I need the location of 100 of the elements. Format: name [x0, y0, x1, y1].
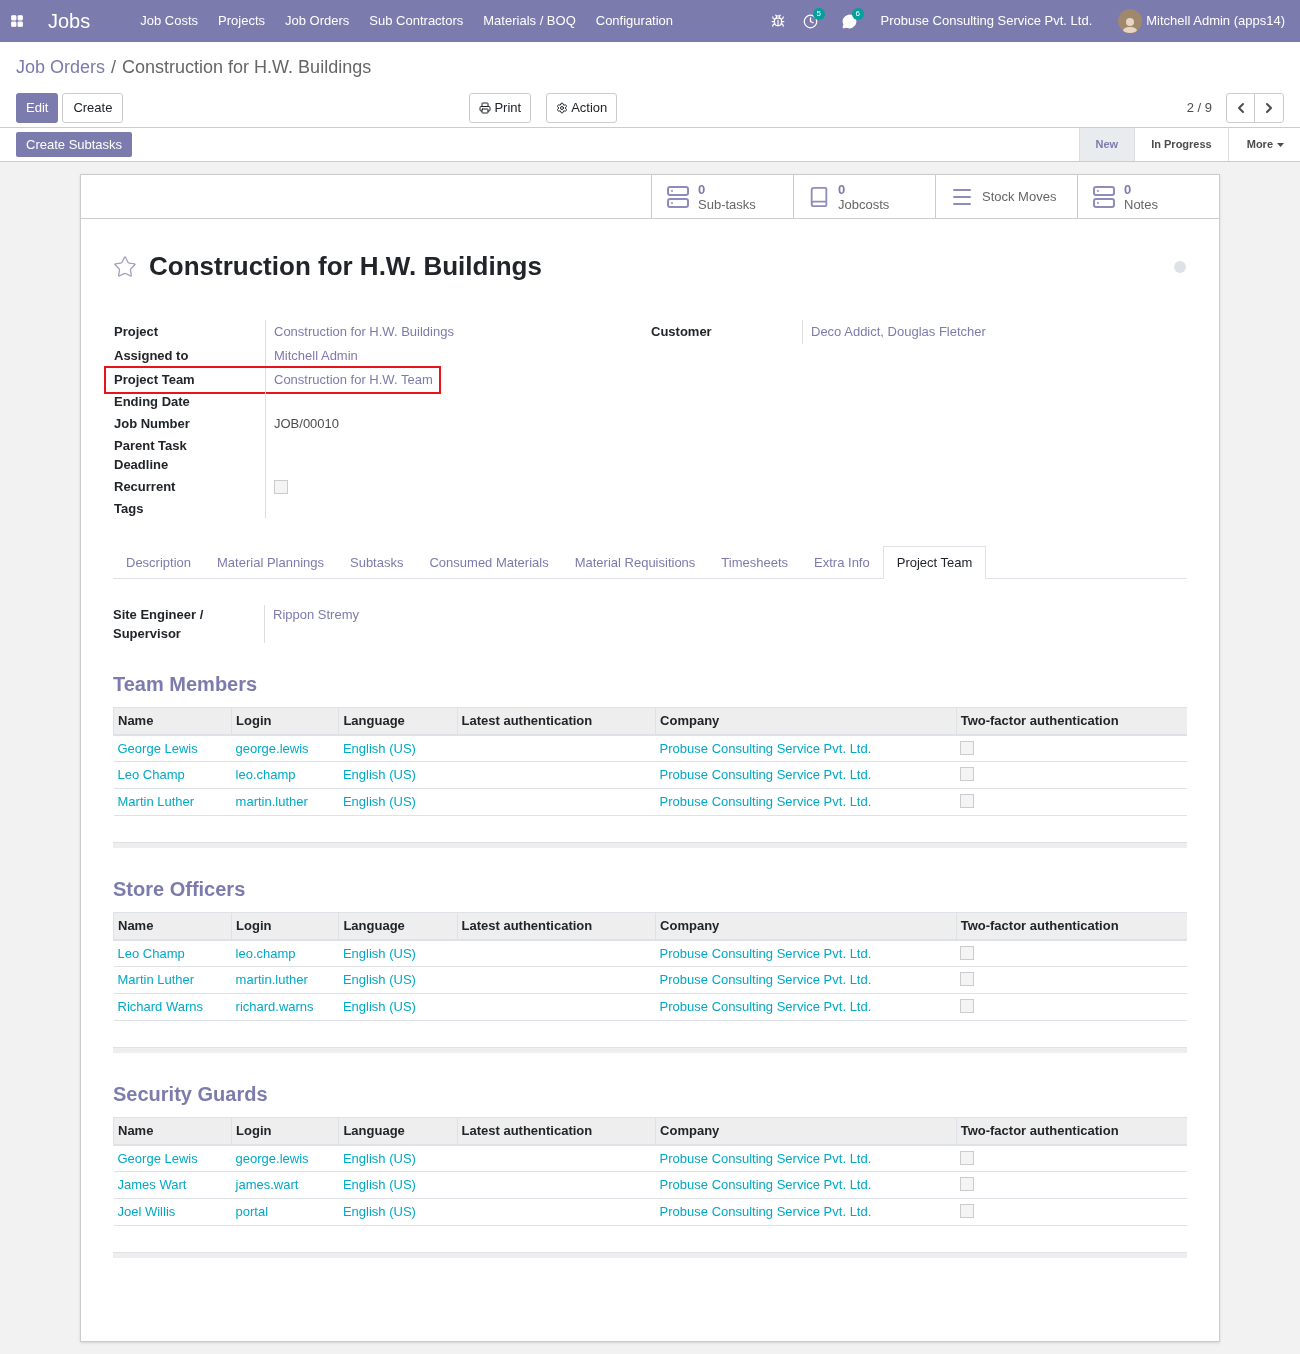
field-link[interactable]: Deco Addict, Douglas Fletcher [811, 322, 986, 342]
column-header[interactable]: Login [231, 1117, 339, 1145]
apps-menu-icon[interactable] [10, 14, 24, 28]
form-tab[interactable]: Material Plannings [204, 546, 337, 579]
form-tab[interactable]: Subtasks [337, 546, 417, 579]
field-label: Recurrent [114, 477, 176, 496]
checkbox[interactable] [960, 1177, 975, 1192]
table-cell: James Wart [113, 1171, 232, 1199]
table-cell: George Lewis [113, 734, 232, 762]
user-menu[interactable]: Mitchell Admin (apps14) [1146, 11, 1285, 31]
table-cell: Probuse Consulting Service Pvt. Ltd. [655, 734, 957, 762]
column-header[interactable]: Company [655, 912, 957, 940]
field-value: JOB/00010 [274, 414, 340, 433]
checkbox[interactable] [960, 767, 975, 782]
form-tab[interactable]: Project Team [882, 546, 987, 579]
column-header[interactable]: Two-factor authentication [956, 707, 1187, 735]
table-cell: martin.luther [231, 788, 339, 816]
field-link[interactable]: Construction for H.W. Buildings [274, 322, 454, 342]
field-label: Job Number [114, 414, 190, 433]
column-header[interactable]: Two-factor authentication [956, 1117, 1187, 1145]
field-label: Project [114, 323, 159, 342]
edit-button[interactable]: Edit [16, 93, 59, 123]
field-link[interactable]: Construction for H.W. Team [274, 370, 433, 390]
menu-item[interactable]: Sub Contractors [369, 11, 464, 31]
column-header[interactable]: Name [113, 1117, 232, 1145]
column-header[interactable]: Name [113, 912, 232, 940]
messages-icon[interactable] [841, 13, 857, 29]
column-header[interactable]: Language [338, 707, 457, 735]
table-cell: leo.champ [231, 939, 339, 967]
column-header[interactable]: Latest authentication [457, 912, 656, 940]
smart-button[interactable]: 0 Notes [1077, 175, 1219, 218]
smart-button[interactable]: Stock Moves [935, 175, 1077, 218]
field-label: Deadline [114, 456, 169, 474]
company-name[interactable]: Probuse Consulting Service Pvt. Ltd. [880, 11, 1093, 31]
form-tab[interactable]: Extra Info [801, 546, 883, 579]
table-cell: Probuse Consulting Service Pvt. Ltd. [655, 939, 957, 967]
column-header[interactable]: Language [338, 1117, 457, 1145]
table-cell: English (US) [338, 734, 457, 762]
table-cell: English (US) [338, 939, 457, 967]
table-cell: English (US) [338, 1198, 457, 1226]
smart-button[interactable]: 0 Sub-tasks [651, 175, 793, 218]
table-cell: Richard Warns [113, 993, 232, 1021]
table-cell: Probuse Consulting Service Pvt. Ltd. [655, 966, 957, 994]
menu-item[interactable]: Materials / BOQ [483, 11, 576, 31]
stack-icon [666, 184, 690, 209]
record-title: Construction for H.W. Buildings [149, 250, 542, 283]
create-button[interactable]: Create [62, 93, 124, 123]
table-cell: portal [231, 1198, 339, 1226]
form-tab[interactable]: Description [113, 546, 205, 579]
column-header[interactable]: Language [338, 912, 457, 940]
checkbox[interactable] [274, 479, 288, 494]
more-button[interactable]: More [1227, 128, 1300, 161]
checkbox[interactable] [960, 740, 975, 755]
field-label: Parent Task [114, 436, 187, 455]
column-header[interactable]: Latest authentication [457, 1117, 656, 1145]
stage-button[interactable]: New [1078, 128, 1135, 161]
column-header[interactable]: Latest authentication [457, 707, 656, 735]
debug-icon[interactable] [770, 14, 785, 28]
checkbox[interactable] [960, 945, 975, 960]
table-cell: Probuse Consulting Service Pvt. Ltd. [655, 993, 957, 1021]
checkbox[interactable] [960, 1150, 975, 1165]
column-header[interactable]: Name [113, 707, 232, 735]
checkbox[interactable] [960, 999, 975, 1014]
menu-item[interactable]: Configuration [595, 11, 674, 31]
breadcrumb-link[interactable]: Job Orders [16, 54, 106, 81]
column-header[interactable]: Two-factor authentication [956, 912, 1187, 940]
table-cell: English (US) [338, 761, 457, 789]
activity-icon[interactable] [802, 13, 818, 29]
favorite-star-icon[interactable] [113, 254, 137, 279]
create-subtasks-button[interactable]: Create Subtasks [16, 132, 133, 157]
table-cell: Martin Luther [113, 966, 232, 994]
field-label: Project Team [114, 371, 195, 390]
field-link[interactable]: Rippon Stremy [273, 607, 359, 622]
action-button[interactable]: Action [546, 93, 618, 123]
menu-item[interactable]: Job Costs [140, 11, 199, 31]
field-link[interactable]: Mitchell Admin [274, 346, 358, 366]
table-cell: martin.luther [231, 966, 339, 994]
form-tab[interactable]: Consumed Materials [416, 546, 562, 579]
section-title: Security Guards [113, 1082, 269, 1107]
menu-item[interactable]: Projects [218, 11, 266, 31]
column-header[interactable]: Login [231, 912, 339, 940]
column-header[interactable]: Login [231, 707, 339, 735]
table-cell: Joel Willis [113, 1198, 232, 1226]
column-header[interactable]: Company [655, 1117, 957, 1145]
checkbox[interactable] [960, 1204, 975, 1219]
checkbox[interactable] [960, 794, 975, 809]
menu-item[interactable]: Job Orders [285, 11, 350, 31]
checkbox[interactable] [960, 972, 975, 987]
smart-button[interactable]: 0 Jobcosts [793, 175, 935, 218]
column-header[interactable]: Company [655, 707, 957, 735]
table-cell: Leo Champ [113, 939, 232, 967]
avatar [1118, 9, 1143, 33]
count-badge: 6 [851, 7, 864, 20]
form-tab[interactable]: Timesheets [708, 546, 802, 579]
app-name[interactable]: Jobs [48, 6, 91, 36]
form-tab[interactable]: Material Requisitions [561, 546, 709, 579]
table-cell: English (US) [338, 966, 457, 994]
print-button[interactable]: Print [469, 93, 532, 123]
table-cell: Leo Champ [113, 761, 232, 789]
table-cell: Probuse Consulting Service Pvt. Ltd. [655, 1144, 957, 1172]
